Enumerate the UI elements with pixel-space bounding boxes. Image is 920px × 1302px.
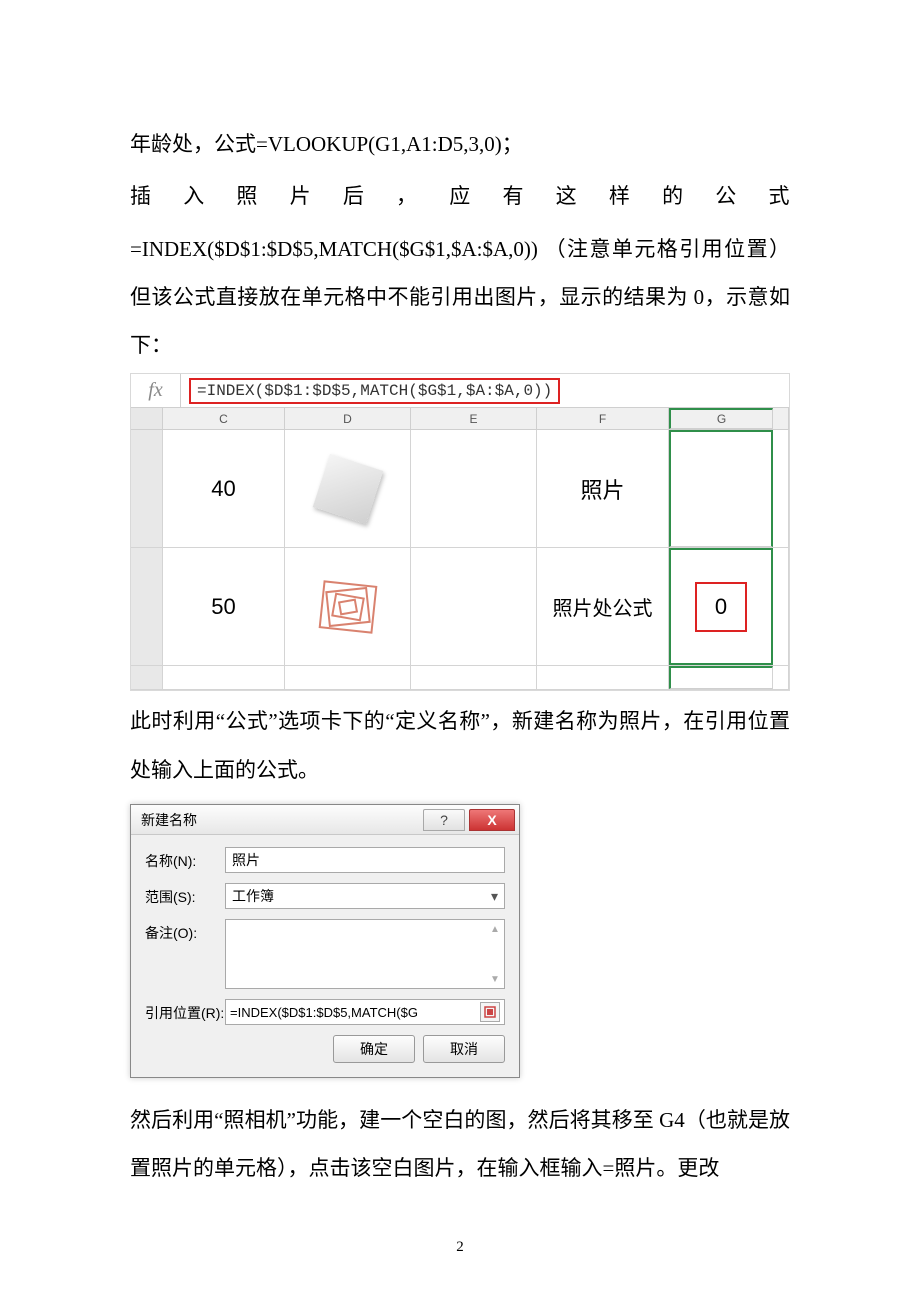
dialog-row-scope: 范围(S): 工作簿 — [145, 883, 505, 909]
cell — [537, 666, 669, 689]
scroll-down-icon: ▼ — [488, 972, 502, 986]
reference-input[interactable]: =INDEX($D$1:$D$5,MATCH($G — [225, 999, 505, 1025]
new-name-dialog: 新建名称 ? X 名称(N): 照片 范围(S): 工作簿 备注(O): ▲ ▼ — [130, 804, 520, 1078]
dialog-titlebar: 新建名称 ? X — [131, 805, 519, 835]
col-header-e: E — [411, 408, 537, 429]
column-headers: C D E F G — [131, 408, 789, 430]
excel-screenshot: fx =INDEX($D$1:$D$5,MATCH($G$1,$A:$A,0))… — [130, 373, 790, 691]
row-header — [131, 666, 163, 689]
cube-icon — [312, 454, 383, 525]
dialog-title: 新建名称 — [141, 810, 423, 830]
paragraph-index-formula: =INDEX($D$1:$D$5,MATCH($G$1,$A:$A,0)) （注… — [130, 225, 790, 370]
corner-cell — [131, 408, 163, 429]
table-row — [131, 666, 789, 690]
dialog-actions: 确定 取消 — [145, 1035, 505, 1063]
table-row: 50 照片处公式 0 — [131, 548, 789, 666]
text: ； — [502, 132, 523, 156]
comment-textarea[interactable]: ▲ ▼ — [225, 919, 505, 989]
cell-g1 — [669, 430, 773, 547]
cancel-button[interactable]: 取消 — [423, 1035, 505, 1063]
col-header-d: D — [285, 408, 411, 429]
cell-e1 — [411, 430, 537, 547]
cell — [411, 666, 537, 689]
cell — [285, 666, 411, 689]
cell-f1: 照片 — [537, 430, 669, 547]
range-picker-button[interactable] — [480, 1002, 500, 1022]
col-header-f: F — [537, 408, 669, 429]
table-row: 40 照片 — [131, 430, 789, 548]
cell-e2 — [411, 548, 537, 665]
close-button[interactable]: X — [469, 809, 515, 831]
col-header-rest — [773, 408, 789, 429]
formula-highlight: =INDEX($D$1:$D$5,MATCH($G$1,$A:$A,0)) — [189, 378, 560, 404]
cell-rest — [773, 548, 789, 665]
name-input[interactable]: 照片 — [225, 847, 505, 873]
spiral-icon — [318, 580, 378, 634]
dialog-row-comment: 备注(O): ▲ ▼ — [145, 919, 505, 989]
cell — [669, 666, 773, 689]
row-header — [131, 430, 163, 547]
fx-icon: fx — [131, 374, 181, 407]
text: 此时利用“公式”选项卡下的“定义名称”，新建名称为照片，在引用位置处输入上面的公… — [130, 709, 790, 781]
ok-button[interactable]: 确定 — [333, 1035, 415, 1063]
comment-label: 备注(O): — [145, 919, 225, 943]
result-zero: 0 — [695, 582, 747, 632]
reference-label: 引用位置(R): — [145, 999, 225, 1023]
dialog-row-name: 名称(N): 照片 — [145, 847, 505, 873]
dialog-screenshot: 新建名称 ? X 名称(N): 照片 范围(S): 工作簿 备注(O): ▲ ▼ — [130, 804, 520, 1078]
cell-rest — [773, 430, 789, 547]
text: 年龄处，公式 — [130, 132, 256, 156]
text: 然后利用“照相机”功能，建一个空白的图，然后将其移至 — [130, 1108, 659, 1132]
paragraph-insert-photo: 插入照片后，应有这样的公式 — [130, 172, 790, 220]
scope-select[interactable]: 工作簿 — [225, 883, 505, 909]
formula-text: =VLOOKUP(G1,A1:D5,3,0) — [256, 132, 502, 156]
col-header-g: G — [669, 408, 773, 429]
text: 插入照片后，应有这样的公式 — [130, 184, 790, 208]
cell-d2 — [285, 548, 411, 665]
scope-label: 范围(S): — [145, 883, 225, 907]
cell-d1 — [285, 430, 411, 547]
range-picker-icon — [484, 1006, 496, 1018]
page-number: 2 — [0, 1239, 920, 1256]
dialog-body: 名称(N): 照片 范围(S): 工作簿 备注(O): ▲ ▼ 引用位置(R): — [131, 835, 519, 1077]
col-header-c: C — [163, 408, 285, 429]
formula-text: =INDEX($D$1:$D$5,MATCH($G$1,$A:$A,0)) — [130, 237, 538, 261]
cell — [773, 666, 789, 689]
paragraph-camera: 然后利用“照相机”功能，建一个空白的图，然后将其移至 G4（也就是放置照片的单元… — [130, 1096, 790, 1193]
paragraph-age-formula: 年龄处，公式=VLOOKUP(G1,A1:D5,3,0)； — [130, 120, 790, 168]
cell-c2: 50 — [163, 548, 285, 665]
formula-bar: fx =INDEX($D$1:$D$5,MATCH($G$1,$A:$A,0)) — [131, 374, 789, 408]
row-header — [131, 548, 163, 665]
cell-ref: G4 — [659, 1108, 685, 1132]
cell-c1: 40 — [163, 430, 285, 547]
cell-g2: 0 — [669, 548, 773, 665]
reference-value: =INDEX($D$1:$D$5,MATCH($G — [230, 1005, 476, 1020]
cell-f2: 照片处公式 — [537, 548, 669, 665]
scroll-up-icon: ▲ — [488, 922, 502, 936]
paragraph-define-name: 此时利用“公式”选项卡下的“定义名称”，新建名称为照片，在引用位置处输入上面的公… — [130, 697, 790, 794]
formula-bar-content: =INDEX($D$1:$D$5,MATCH($G$1,$A:$A,0)) — [181, 374, 789, 407]
cell — [163, 666, 285, 689]
help-button[interactable]: ? — [423, 809, 465, 831]
name-label: 名称(N): — [145, 847, 225, 871]
dialog-row-reference: 引用位置(R): =INDEX($D$1:$D$5,MATCH($G — [145, 999, 505, 1025]
